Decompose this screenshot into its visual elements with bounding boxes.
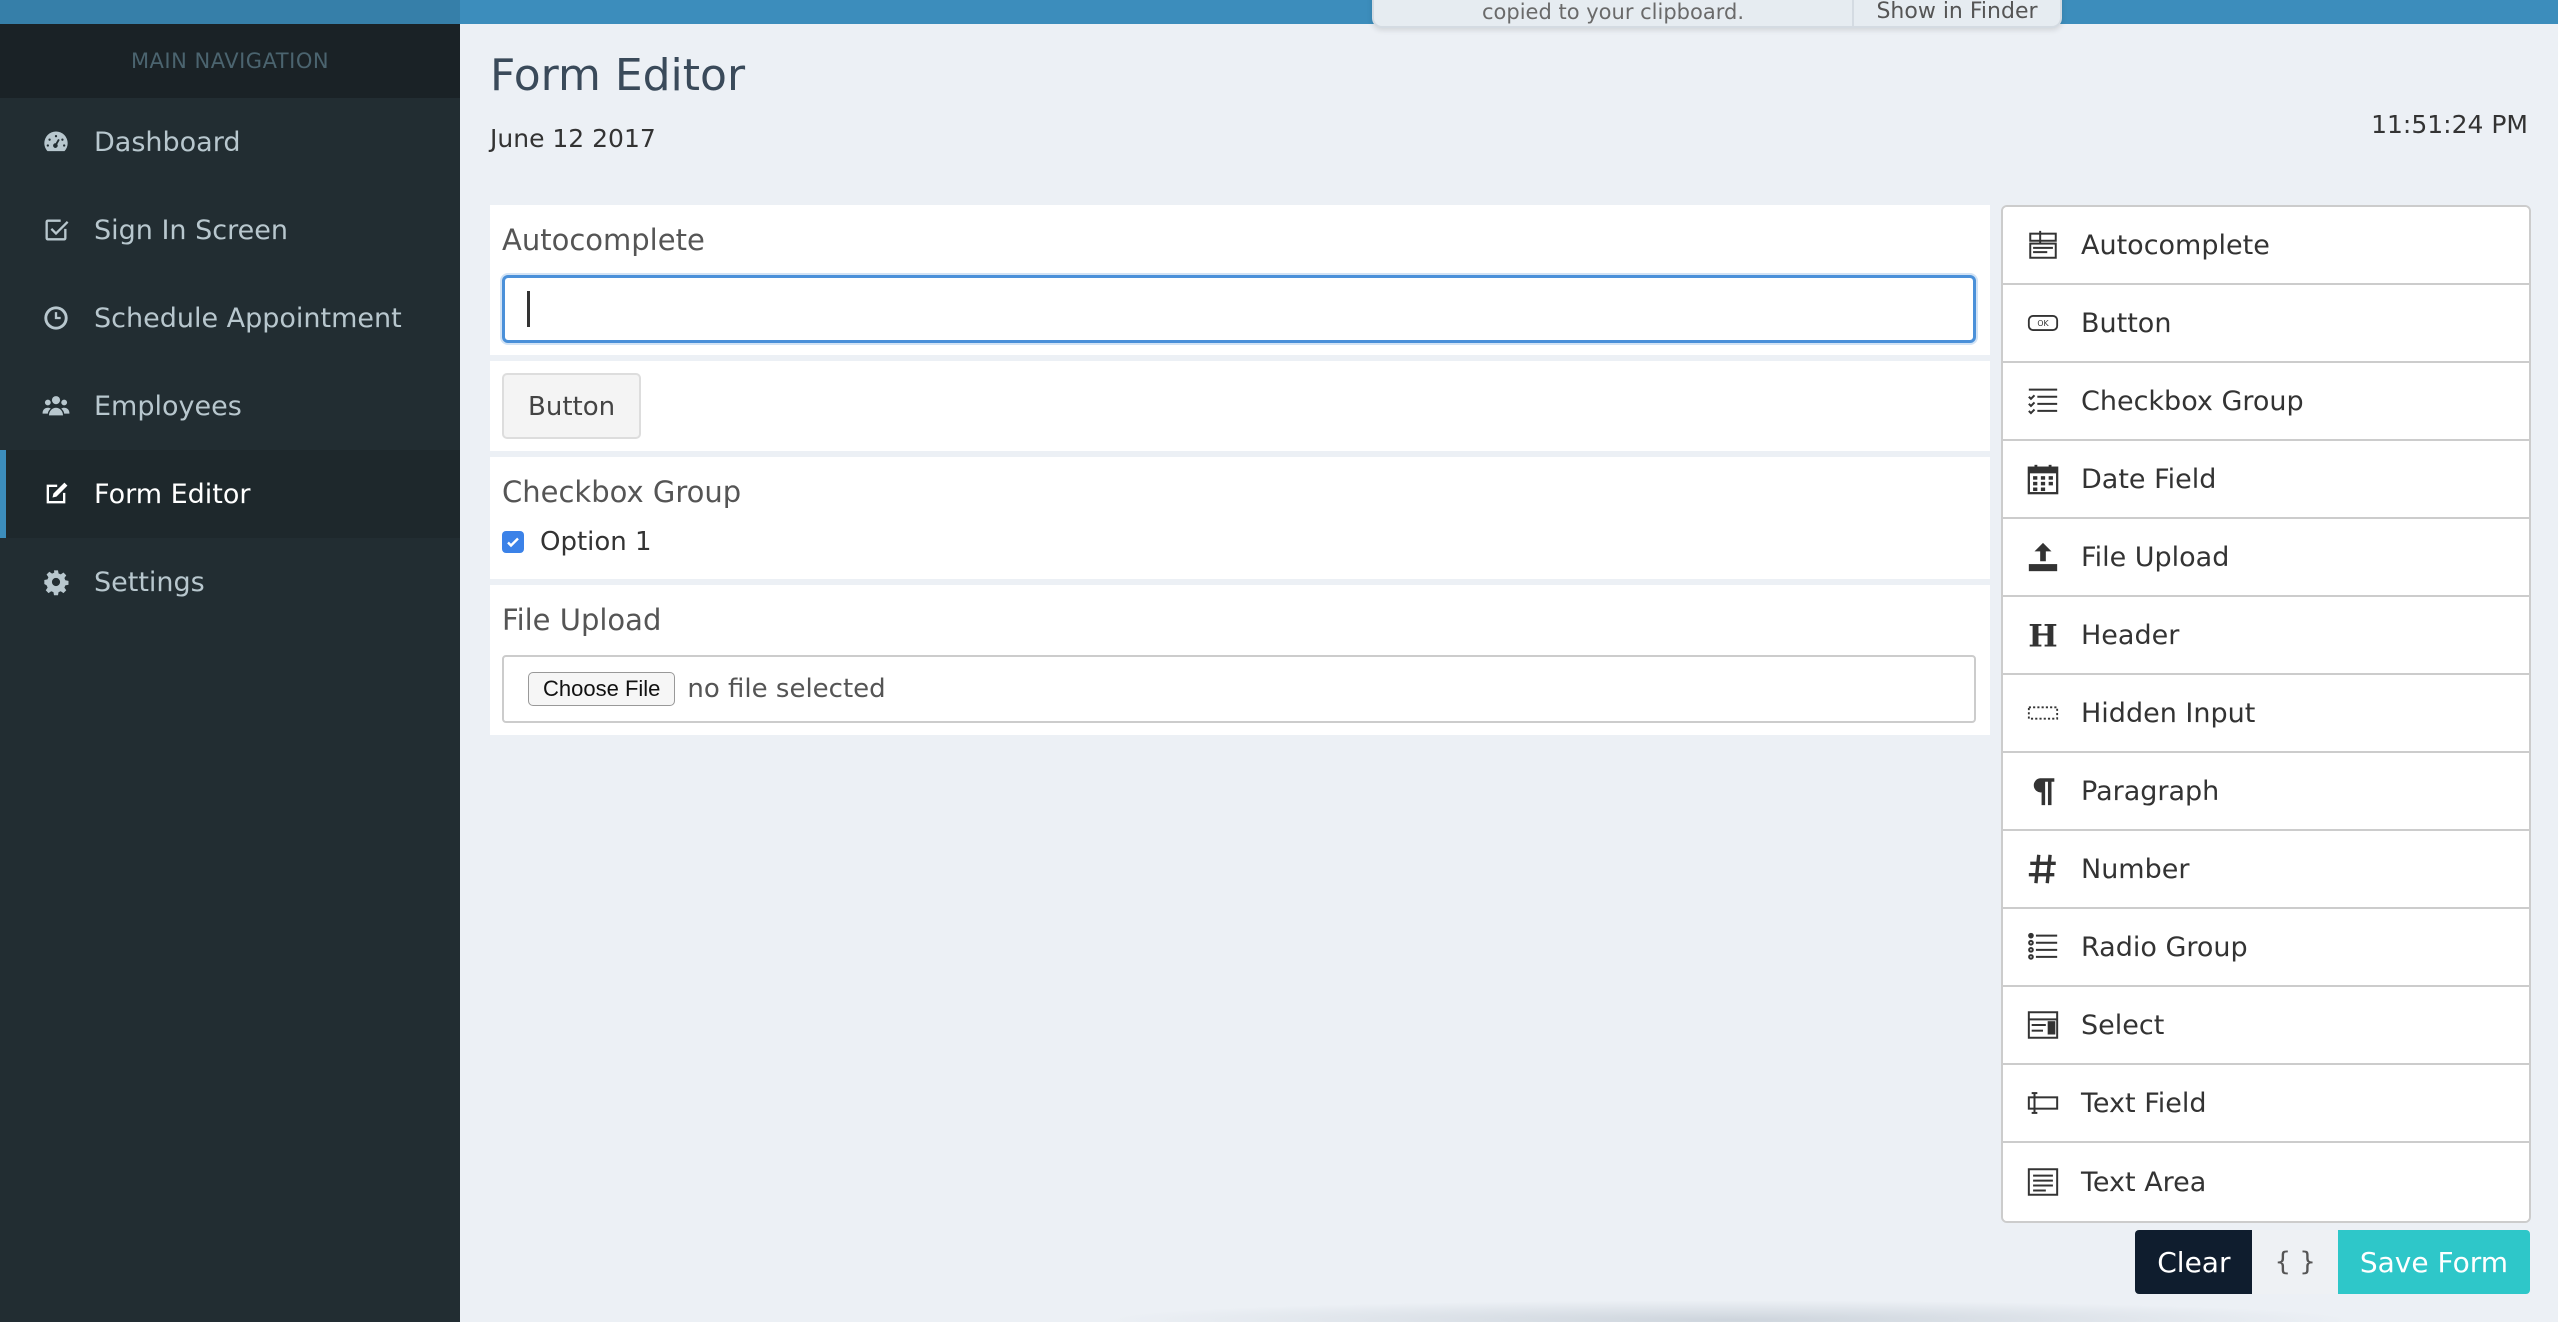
sidebar-topbar (0, 0, 460, 24)
field-label: Checkbox Group (502, 475, 742, 509)
dashboard-icon (40, 126, 72, 158)
clipboard-notification: copied to your clipboard. Show in Finder (1372, 0, 2062, 28)
file-input[interactable]: Choose File no file selected (502, 655, 1976, 723)
sidebar-item-form-editor[interactable]: Form Editor (0, 450, 460, 538)
text-caret (527, 291, 530, 327)
palette-item-button[interactable]: OK Button (2003, 285, 2529, 363)
palette-item-label: Date Field (2081, 463, 2217, 495)
palette-item-label: Text Area (2081, 1166, 2207, 1198)
text-area-icon (2025, 1164, 2061, 1200)
hidden-input-icon (2025, 695, 2061, 731)
palette-item-text-field[interactable]: Text Field (2003, 1065, 2529, 1143)
autocomplete-icon (2025, 227, 2061, 263)
sidebar-item-schedule-appointment[interactable]: Schedule Appointment (0, 274, 460, 362)
autocomplete-input[interactable] (502, 275, 1976, 343)
palette-item-label: Button (2081, 307, 2172, 339)
calendar-icon (2025, 461, 2061, 497)
palette-item-label: File Upload (2081, 541, 2230, 573)
palette-item-date-field[interactable]: Date Field (2003, 441, 2529, 519)
checkbox-group-icon (2025, 383, 2061, 419)
page-title: Form Editor (490, 50, 746, 101)
palette-item-label: Radio Group (2081, 931, 2248, 963)
checkbox-checked-icon[interactable] (502, 531, 524, 553)
palette-item-hidden-input[interactable]: Hidden Input (2003, 675, 2529, 753)
palette-item-radio-group[interactable]: Radio Group (2003, 909, 2529, 987)
sidebar-item-sign-in-screen[interactable]: Sign In Screen (0, 186, 460, 274)
palette-item-label: Select (2081, 1009, 2165, 1041)
file-status: no file selected (687, 674, 886, 704)
bottom-shadow (1100, 1300, 2360, 1322)
gear-icon (40, 566, 72, 598)
sidebar: MAIN NAVIGATION Dashboard Sign In Screen… (0, 0, 460, 1322)
users-icon (40, 390, 72, 422)
svg-text:H: H (2028, 618, 2057, 652)
checkbox-option[interactable]: Option 1 (502, 527, 1978, 557)
palette-item-paragraph[interactable]: Paragraph (2003, 753, 2529, 831)
header-icon: H (2025, 617, 2061, 653)
radio-group-icon (2025, 929, 2061, 965)
palette-item-label: Paragraph (2081, 775, 2220, 807)
paragraph-icon (2025, 773, 2061, 809)
checkbox-label: Option 1 (540, 527, 652, 557)
choose-file-button[interactable]: Choose File (528, 672, 676, 706)
nav-header: MAIN NAVIGATION (0, 24, 460, 98)
view-json-button[interactable]: { } (2252, 1230, 2338, 1294)
show-in-finder-button[interactable]: Show in Finder (1854, 0, 2060, 26)
palette-item-checkbox-group[interactable]: Checkbox Group (2003, 363, 2529, 441)
control-palette: Autocomplete OK Button Checkbox Group Da… (2001, 205, 2531, 1223)
main-content: Form Editor June 12 2017 11:51:24 PM Aut… (460, 0, 2558, 1322)
upload-icon (2025, 539, 2061, 575)
clear-button[interactable]: Clear (2135, 1230, 2253, 1294)
field-label: File Upload (502, 603, 662, 637)
palette-item-label: Autocomplete (2081, 229, 2270, 261)
palette-item-label: Checkbox Group (2081, 385, 2304, 417)
sidebar-item-label: Form Editor (94, 478, 251, 510)
sidebar-item-label: Dashboard (94, 126, 241, 158)
palette-item-number[interactable]: Number (2003, 831, 2529, 909)
app-window: MAIN NAVIGATION Dashboard Sign In Screen… (0, 0, 2558, 1322)
save-form-button[interactable]: Save Form (2337, 1230, 2530, 1294)
palette-item-file-upload[interactable]: File Upload (2003, 519, 2529, 597)
sidebar-item-label: Schedule Appointment (94, 302, 402, 334)
preview-button[interactable]: Button (502, 373, 642, 439)
palette-item-autocomplete[interactable]: Autocomplete (2003, 207, 2529, 285)
button-field-block[interactable]: Button (490, 361, 1990, 451)
select-icon (2025, 1007, 2061, 1043)
sidebar-item-settings[interactable]: Settings (0, 538, 460, 626)
sidebar-item-employees[interactable]: Employees (0, 362, 460, 450)
notification-text: copied to your clipboard. (1374, 0, 1854, 26)
palette-item-label: Number (2081, 853, 2190, 885)
palette-item-select[interactable]: Select (2003, 987, 2529, 1065)
text-field-icon (2025, 1085, 2061, 1121)
field-label: Autocomplete (502, 223, 705, 257)
svg-text:OK: OK (2037, 319, 2049, 328)
autocomplete-field-block[interactable]: Autocomplete (490, 205, 1990, 355)
palette-item-text-area[interactable]: Text Area (2003, 1143, 2529, 1221)
palette-item-label: Text Field (2081, 1087, 2207, 1119)
sidebar-item-label: Settings (94, 566, 205, 598)
check-square-icon (40, 214, 72, 246)
checkbox-group-field-block[interactable]: Checkbox Group Option 1 (490, 457, 1990, 579)
sidebar-item-dashboard[interactable]: Dashboard (0, 98, 460, 186)
palette-item-label: Hidden Input (2081, 697, 2256, 729)
palette-item-label: Header (2081, 619, 2180, 651)
form-actions: Clear { } Save Form (2135, 1230, 2530, 1294)
clock-icon (40, 302, 72, 334)
button-icon: OK (2025, 305, 2061, 341)
page-time: 11:51:24 PM (2371, 110, 2528, 139)
sidebar-item-label: Sign In Screen (94, 214, 288, 246)
edit-icon (40, 478, 72, 510)
palette-item-header[interactable]: H Header (2003, 597, 2529, 675)
file-upload-field-block[interactable]: File Upload Choose File no file selected (490, 585, 1990, 735)
form-stage: Autocomplete Button Checkbox Group Optio… (490, 205, 1990, 741)
sidebar-item-label: Employees (94, 390, 242, 422)
hash-icon (2025, 851, 2061, 887)
page-date: June 12 2017 (490, 124, 656, 153)
